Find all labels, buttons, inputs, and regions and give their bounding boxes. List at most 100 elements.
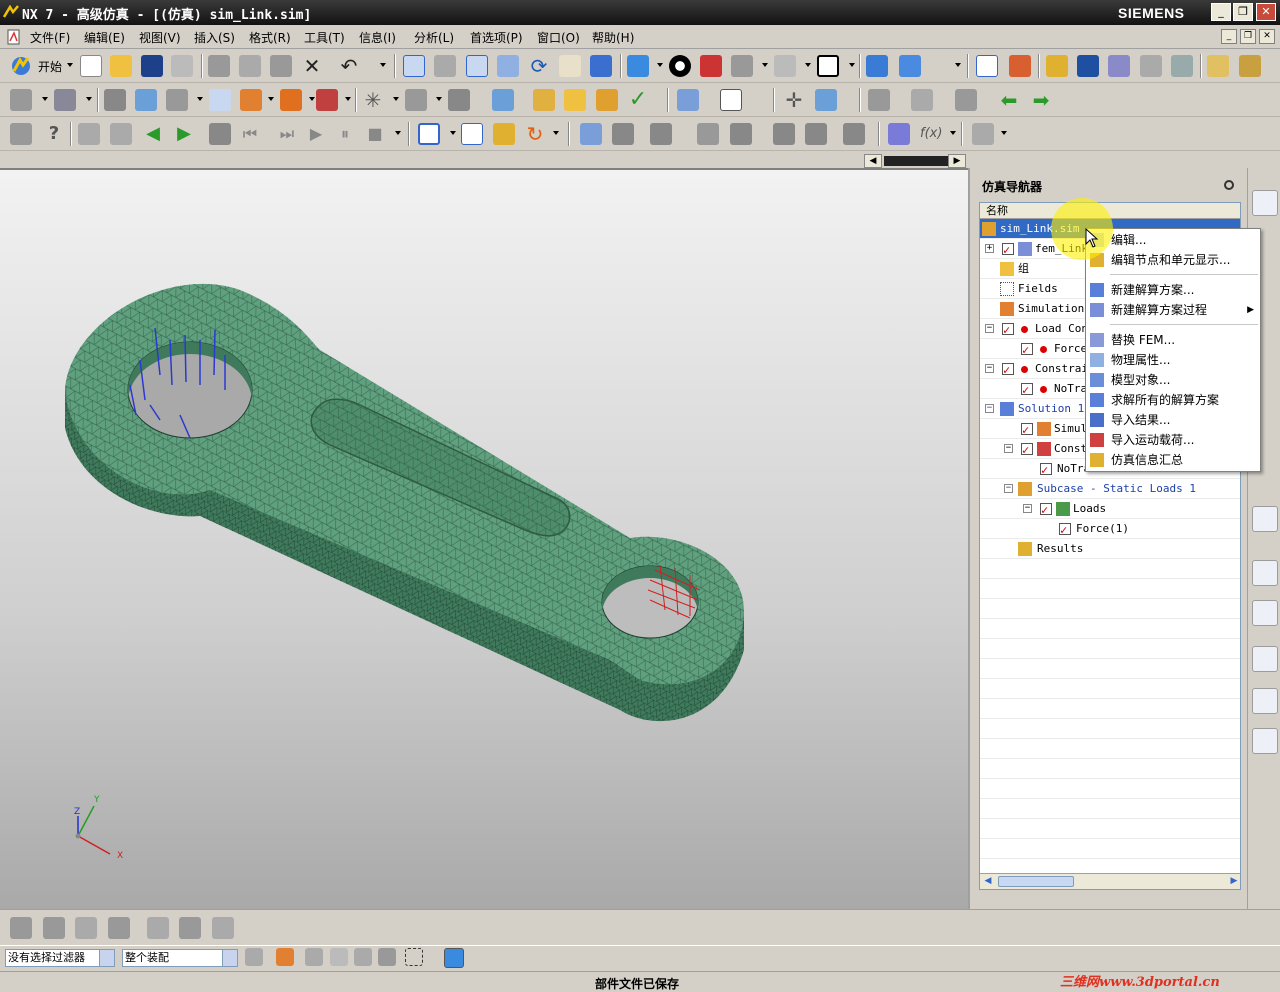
analysis-icon[interactable] <box>976 55 998 77</box>
start-dropdown-icon[interactable] <box>67 63 73 67</box>
node-icon[interactable]: ✳ <box>362 89 384 111</box>
chevron-down-icon[interactable] <box>222 950 237 966</box>
step-icon[interactable]: ⏭ <box>276 123 298 145</box>
mesh-icon[interactable] <box>1009 55 1031 77</box>
pause-icon[interactable]: ⏸ <box>334 123 356 145</box>
animate-icon[interactable] <box>1108 55 1130 77</box>
chart-icon[interactable] <box>650 123 672 145</box>
context-menu-modeling-objects[interactable]: 模型对象... <box>1086 370 1260 390</box>
zoom-in-out-icon[interactable] <box>497 55 519 77</box>
web-browser-tab-icon[interactable] <box>1252 506 1278 532</box>
print-icon[interactable] <box>171 55 193 77</box>
collapse-icon[interactable]: − <box>1004 484 1013 493</box>
menu-edit[interactable]: 编辑(E) <box>84 29 125 46</box>
menu-insert[interactable]: 插入(S) <box>194 29 235 46</box>
scene-tab-icon[interactable] <box>1252 728 1278 754</box>
assembly-icon[interactable] <box>866 55 888 77</box>
undo-icon[interactable]: ↶ <box>338 55 360 77</box>
help-question-icon[interactable]: ? <box>43 123 65 145</box>
split-icon[interactable] <box>596 89 618 111</box>
select-feature-icon[interactable] <box>305 948 323 966</box>
hide-icon[interactable] <box>955 89 977 111</box>
simulation-navigator-tab-icon[interactable] <box>1252 190 1278 216</box>
help-chat-icon[interactable] <box>10 123 32 145</box>
visibility-checkbox[interactable] <box>1002 360 1014 378</box>
fem-icon[interactable] <box>10 89 32 111</box>
collapse-icon[interactable]: − <box>985 324 994 333</box>
expand-icon[interactable]: + <box>985 244 994 253</box>
highlight-icon[interactable] <box>444 948 464 968</box>
finish-check-icon[interactable]: ✓ <box>627 89 649 111</box>
wave-link-icon[interactable] <box>212 917 234 939</box>
animation-dropdown-icon[interactable] <box>395 131 401 135</box>
wcs-icon[interactable] <box>731 55 753 77</box>
visibility-checkbox[interactable] <box>1040 460 1052 478</box>
explode-icon[interactable] <box>108 917 130 939</box>
layer-icon[interactable] <box>774 55 796 77</box>
rectangle-select-icon[interactable] <box>405 948 423 966</box>
ruler-icon[interactable] <box>1239 55 1261 77</box>
previous-icon[interactable]: ◀ <box>142 123 164 145</box>
close-button[interactable]: ✕ <box>1256 3 1276 21</box>
scroll-right-button[interactable]: ▶ <box>948 154 966 168</box>
triad-dropdown-icon[interactable] <box>849 63 855 67</box>
rotate-icon[interactable]: ⟳ <box>528 55 550 77</box>
xy-icon[interactable] <box>697 123 719 145</box>
back-arrow-icon[interactable]: ⬅ <box>998 89 1020 111</box>
menu-info[interactable]: 信息(I) <box>359 29 396 46</box>
history-tab-icon[interactable] <box>1252 560 1278 586</box>
measure-icon[interactable] <box>1207 55 1229 77</box>
zoom-window-icon[interactable] <box>434 55 456 77</box>
open-folder-icon[interactable] <box>110 55 132 77</box>
visibility-checkbox[interactable] <box>1021 440 1033 458</box>
results-icon[interactable] <box>1077 55 1099 77</box>
mesh-1d-icon[interactable] <box>166 89 188 111</box>
selection-filter-dropdown[interactable]: 没有选择过滤器 <box>5 949 115 967</box>
menu-preferences[interactable]: 首选项(P) <box>470 29 523 46</box>
pin-icon[interactable] <box>1224 180 1234 190</box>
contour-icon[interactable] <box>773 123 795 145</box>
mdi-close-button[interactable]: ✕ <box>1259 29 1275 44</box>
animation-icon[interactable] <box>209 123 231 145</box>
visibility-checkbox[interactable] <box>1021 380 1033 398</box>
next-icon[interactable]: ▶ <box>173 123 195 145</box>
csys-icon[interactable] <box>815 89 837 111</box>
start-button-label[interactable]: 开始 <box>38 58 62 75</box>
fem-dropdown-icon[interactable] <box>42 97 48 101</box>
filter-icon[interactable] <box>1171 55 1193 77</box>
fx-icon[interactable]: f(x) <box>920 123 942 145</box>
start-icon[interactable] <box>10 55 32 77</box>
first-frame-icon[interactable]: ⏮ <box>239 123 261 145</box>
grid-icon[interactable] <box>972 123 994 145</box>
minimize-button[interactable]: _ <box>1211 3 1231 21</box>
component-icon[interactable] <box>899 55 921 77</box>
assembly-fem-dropdown-icon[interactable] <box>86 97 92 101</box>
roles-tab-icon[interactable] <box>1252 646 1278 672</box>
visibility-checkbox[interactable] <box>1040 500 1052 518</box>
list-icon[interactable] <box>720 89 742 111</box>
fx-dropdown-icon[interactable] <box>950 131 956 135</box>
delete-icon[interactable]: ✕ <box>301 55 323 77</box>
point-icon[interactable]: ✛ <box>783 89 805 111</box>
context-menu-new-solution-process[interactable]: 新建解算方案过程 ▶ <box>1086 300 1260 320</box>
view-dropdown-icon[interactable] <box>762 63 768 67</box>
mesh-collector-icon[interactable] <box>209 89 231 111</box>
context-menu-solve-all[interactable]: 求解所有的解算方案 <box>1086 390 1260 410</box>
check-icon[interactable] <box>492 89 514 111</box>
visibility-checkbox[interactable] <box>1021 420 1033 438</box>
paste-icon[interactable] <box>270 55 292 77</box>
clearance-icon[interactable] <box>147 917 169 939</box>
select-box-icon[interactable] <box>418 123 440 145</box>
section-view-icon[interactable] <box>700 55 722 77</box>
probe-icon[interactable] <box>580 123 602 145</box>
collapse-icon[interactable]: − <box>985 364 994 373</box>
menu-help[interactable]: 帮助(H) <box>592 29 634 46</box>
constraint-icon[interactable] <box>316 89 338 111</box>
load-dropdown-icon[interactable] <box>309 97 315 101</box>
graph-icon[interactable] <box>612 123 634 145</box>
assembly-scope-dropdown[interactable]: 整个装配 <box>122 949 238 967</box>
background-icon[interactable] <box>669 55 691 77</box>
attach-icon[interactable] <box>493 123 515 145</box>
view-triad-icon[interactable] <box>817 55 839 77</box>
pan-icon[interactable] <box>559 55 581 77</box>
